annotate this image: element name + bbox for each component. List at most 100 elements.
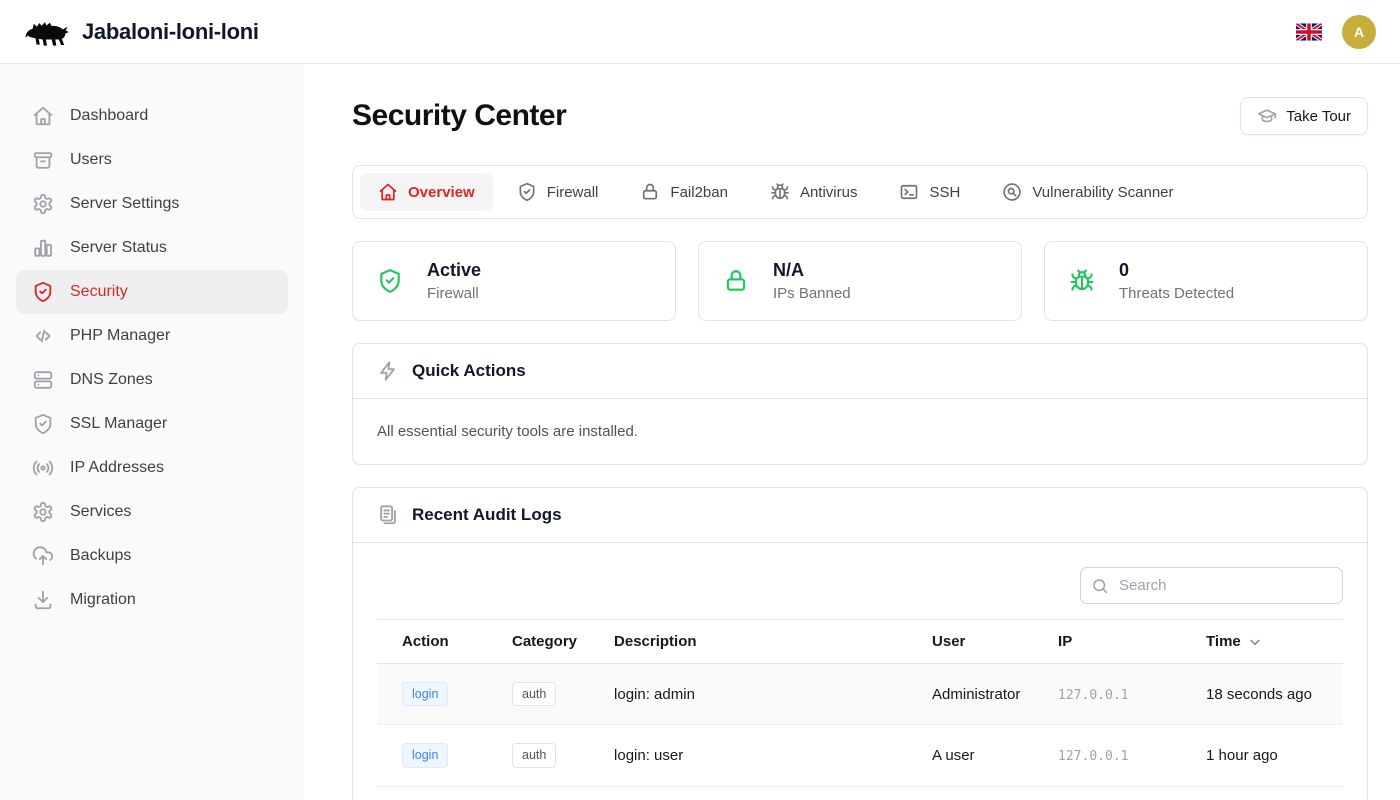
- sidebar-item-label: Services: [70, 503, 131, 521]
- quick-actions-message: All essential security tools are install…: [353, 399, 1367, 464]
- audit-table: Action Category Description User IP Time: [377, 619, 1343, 787]
- stat-label: Firewall: [427, 285, 481, 302]
- stat-text: 0 Threats Detected: [1119, 260, 1234, 302]
- boar-icon: [24, 14, 70, 50]
- search-input[interactable]: [1080, 567, 1343, 604]
- audit-logs-header: Recent Audit Logs: [353, 488, 1367, 543]
- chevron-down-icon: [1247, 634, 1263, 650]
- sidebar-item[interactable]: Server Settings: [16, 182, 288, 226]
- stat-label: IPs Banned: [773, 285, 851, 302]
- cloud-upload-icon: [32, 545, 54, 567]
- home-icon: [378, 182, 398, 202]
- avatar[interactable]: A: [1342, 15, 1376, 49]
- stat-card: 0 Threats Detected: [1044, 241, 1368, 321]
- stat-card: N/A IPs Banned: [698, 241, 1022, 321]
- log-ip: 127.0.0.1: [1058, 749, 1128, 764]
- tab-label: Firewall: [547, 184, 599, 201]
- sidebar-item-label: IP Addresses: [70, 459, 164, 477]
- col-time: Time: [1181, 620, 1343, 664]
- tab-label: SSH: [929, 184, 960, 201]
- sidebar-item[interactable]: IP Addresses: [16, 446, 288, 490]
- quick-actions-card: Quick Actions All essential security too…: [352, 343, 1368, 465]
- bug-icon: [770, 182, 790, 202]
- gear-icon: [32, 193, 54, 215]
- log-description: login: user: [589, 725, 907, 786]
- sidebar-item-label: Dashboard: [70, 107, 148, 125]
- brand[interactable]: Jabaloni-loni-loni: [24, 14, 259, 50]
- sidebar-item[interactable]: Backups: [16, 534, 288, 578]
- audit-log-row: login auth login: user A user 127.0.0.1 …: [377, 725, 1343, 786]
- search-box: [1080, 567, 1343, 604]
- category-badge: auth: [512, 682, 556, 706]
- col-action: Action: [377, 620, 487, 664]
- audit-log-row: login auth login: admin Administrator 12…: [377, 664, 1343, 725]
- sidebar-item-label: Security: [70, 283, 128, 301]
- stat-label: Threats Detected: [1119, 285, 1234, 302]
- gear-icon: [32, 501, 54, 523]
- table-toolbar: [377, 567, 1343, 604]
- sidebar-item[interactable]: Migration: [16, 578, 288, 622]
- lock-icon: [640, 182, 660, 202]
- lock-icon: [723, 268, 749, 294]
- tab-label: Fail2ban: [670, 184, 728, 201]
- tab-label: Vulnerability Scanner: [1032, 184, 1173, 201]
- sort-by-time[interactable]: Time: [1206, 633, 1263, 650]
- sidebar-item[interactable]: Dashboard: [16, 94, 288, 138]
- tab[interactable]: Vulnerability Scanner: [984, 173, 1191, 211]
- tab[interactable]: Fail2ban: [622, 173, 746, 211]
- uk-flag-icon[interactable]: [1296, 23, 1322, 41]
- table-header-row: Action Category Description User IP Time: [377, 620, 1343, 664]
- page-header: Security Center Take Tour: [352, 97, 1368, 135]
- action-badge: login: [402, 682, 448, 706]
- tab[interactable]: SSH: [881, 173, 978, 211]
- graduation-cap-icon: [1257, 106, 1277, 126]
- clipboard-icon: [377, 504, 399, 526]
- stat-card: Active Firewall: [352, 241, 676, 321]
- sidebar-item[interactable]: Services: [16, 490, 288, 534]
- top-bar: Jabaloni-loni-loni A: [0, 0, 1400, 64]
- sidebar-item[interactable]: Security: [16, 270, 288, 314]
- brand-name: Jabaloni-loni-loni: [82, 19, 259, 45]
- log-ip: 127.0.0.1: [1058, 688, 1128, 703]
- col-category: Category: [487, 620, 589, 664]
- sidebar-item-label: Users: [70, 151, 112, 169]
- sidebar-item[interactable]: DNS Zones: [16, 358, 288, 402]
- col-description: Description: [589, 620, 907, 664]
- sidebar-item[interactable]: PHP Manager: [16, 314, 288, 358]
- col-ip: IP: [1033, 620, 1181, 664]
- shield-check-icon: [377, 268, 403, 294]
- archive-icon: [32, 149, 54, 171]
- tab[interactable]: Firewall: [499, 173, 617, 211]
- sidebar-item[interactable]: Server Status: [16, 226, 288, 270]
- broadcast-icon: [32, 457, 54, 479]
- sidebar-item[interactable]: SSL Manager: [16, 402, 288, 446]
- audit-logs-body: Action Category Description User IP Time: [353, 543, 1367, 800]
- security-tabs: Overview Firewall Fail2ban Antivirus: [352, 165, 1368, 219]
- sidebar-item[interactable]: Users: [16, 138, 288, 182]
- log-user: A user: [907, 725, 1033, 786]
- stat-cards: Active Firewall N/A IPs Banned 0: [352, 241, 1368, 321]
- tab-label: Antivirus: [800, 184, 858, 201]
- audit-logs-card: Recent Audit Logs Action: [352, 487, 1368, 800]
- home-icon: [32, 105, 54, 127]
- tab[interactable]: Antivirus: [752, 173, 876, 211]
- shield-check-icon: [517, 182, 537, 202]
- tab-label: Overview: [408, 184, 475, 201]
- log-time: 1 hour ago: [1181, 725, 1343, 786]
- log-user: Administrator: [907, 664, 1033, 725]
- quick-actions-title: Quick Actions: [412, 361, 526, 381]
- log-time: 18 seconds ago: [1181, 664, 1343, 725]
- shield-check-icon: [32, 281, 54, 303]
- shield-check-icon: [32, 413, 54, 435]
- code-icon: [32, 325, 54, 347]
- server-icon: [32, 369, 54, 391]
- zap-icon: [377, 360, 399, 382]
- tab[interactable]: Overview: [360, 173, 493, 211]
- sidebar-item-label: Server Status: [70, 239, 167, 257]
- stat-value: 0: [1119, 260, 1234, 281]
- take-tour-label: Take Tour: [1286, 108, 1351, 125]
- sidebar-item-label: Migration: [70, 591, 136, 609]
- stat-value: Active: [427, 260, 481, 281]
- sidebar-item-label: SSL Manager: [70, 415, 167, 433]
- take-tour-button[interactable]: Take Tour: [1240, 97, 1368, 135]
